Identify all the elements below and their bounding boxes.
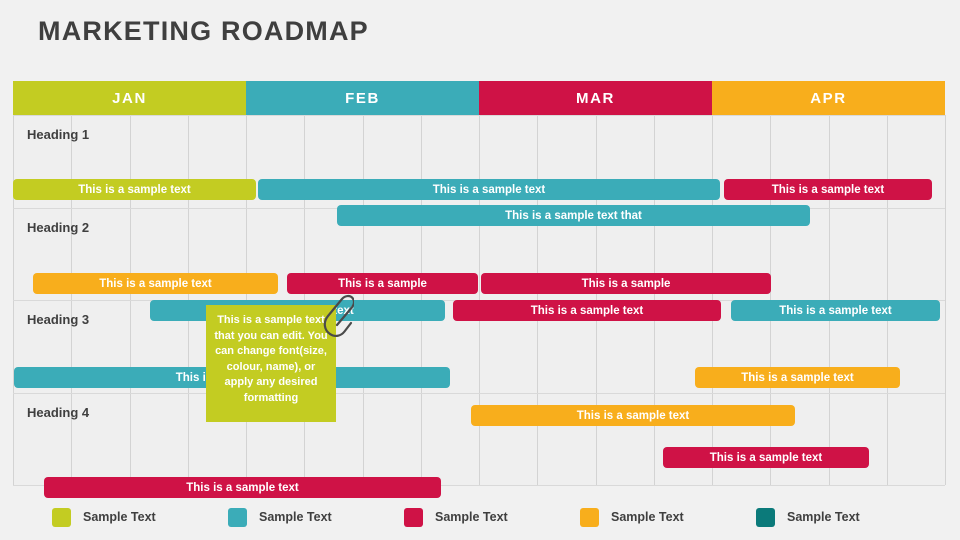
task-bar[interactable]: This is a sample [481, 273, 771, 294]
grid-row-line [13, 393, 945, 394]
grid-row-line [13, 115, 945, 116]
roadmap-plot-area: Heading 1 Heading 2 Heading 3 Heading 4 This… [13, 115, 946, 498]
task-bar[interactable]: This is a sample [287, 273, 478, 294]
month-header-row: JAN FEB MAR APR [13, 81, 945, 115]
legend-swatch-icon [404, 507, 423, 527]
grid-column-line [945, 115, 946, 485]
task-bar[interactable]: This is a sample text [33, 273, 278, 294]
legend-item[interactable]: Sample Text [404, 507, 580, 527]
page-title: MARKETING ROADMAP [38, 16, 369, 46]
month-header-feb: FEB [246, 81, 479, 115]
sticky-note[interactable]: This is a sample text that you can edit.… [206, 305, 336, 422]
task-bar[interactable]: This is a sample text [724, 179, 932, 200]
row-heading-4: Heading 4 [27, 405, 90, 420]
task-bar[interactable]: This is a sample text that [337, 205, 810, 226]
paperclip-icon [323, 294, 354, 338]
row-heading-3: Heading 3 [27, 312, 90, 327]
row-heading-1: Heading 1 [27, 127, 90, 142]
task-bar[interactable]: This is a sample text [663, 447, 869, 468]
task-bar[interactable]: This is a sample text [13, 179, 256, 200]
legend-label: Sample Text [787, 510, 860, 524]
month-header-mar: MAR [479, 81, 712, 115]
legend: Sample Text Sample Text Sample Text Sample … [0, 500, 960, 534]
month-header-jan: JAN [13, 81, 246, 115]
task-bar[interactable]: This is a sample text [258, 179, 720, 200]
legend-label: Sample Text [435, 510, 508, 524]
legend-swatch-icon [756, 507, 775, 527]
task-bar[interactable]: This is a sample text [471, 405, 795, 426]
legend-swatch-icon [580, 507, 599, 527]
row-heading-2: Heading 2 [27, 220, 90, 235]
legend-label: Sample Text [611, 510, 684, 524]
task-bar[interactable]: This is a sample text [695, 367, 900, 388]
task-bar[interactable]: This is a sample text [731, 300, 940, 321]
task-bar[interactable]: This is a sample text [44, 477, 441, 498]
task-bar[interactable]: This is a sample text [453, 300, 721, 321]
legend-item[interactable]: Sample Text [580, 507, 756, 527]
legend-item[interactable]: Sample Text [228, 507, 404, 527]
legend-item[interactable]: Sample Text [52, 507, 228, 527]
roadmap-chart: JAN FEB MAR APR Heading 1 Heading 2 Heading 3… [13, 81, 946, 498]
legend-item[interactable]: Sample Text [756, 507, 932, 527]
legend-label: Sample Text [83, 510, 156, 524]
legend-swatch-icon [52, 507, 71, 527]
month-header-apr: APR [712, 81, 945, 115]
legend-label: Sample Text [259, 510, 332, 524]
legend-swatch-icon [228, 507, 247, 527]
